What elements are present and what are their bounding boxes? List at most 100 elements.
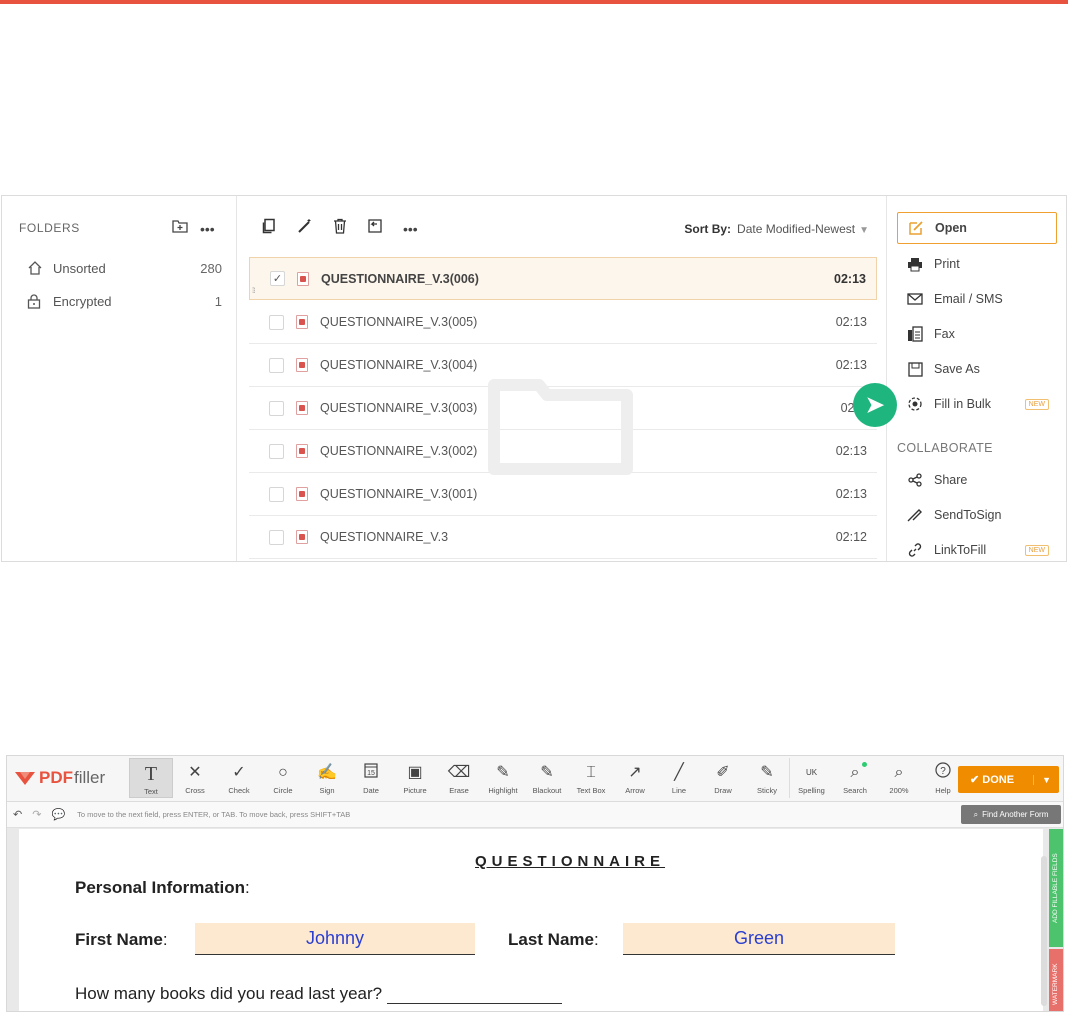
file-row[interactable]: QUESTIONNAIRE_V.3(001) 02:13 [249, 473, 877, 516]
tool-label: Search [843, 786, 867, 795]
email-sms-button[interactable]: Email / SMS [897, 283, 1057, 315]
save-as-button[interactable]: Save As [897, 353, 1057, 385]
search-icon: ⌕ [973, 809, 979, 819]
tool-label: Sticky [756, 786, 777, 795]
tool-label: Blackout [532, 786, 562, 795]
blackout-icon: ✎ [540, 764, 554, 781]
done-button[interactable]: ✔ DONE ▼ [958, 766, 1059, 793]
scrollbar[interactable] [1041, 856, 1047, 1006]
file-row[interactable]: ✓ QUESTIONNAIRE_V.3(006) 02:13 ⁞⁝ [249, 257, 877, 300]
row-checkbox[interactable] [269, 357, 284, 373]
folder-watermark-icon [488, 379, 633, 475]
tool-erase[interactable]: ⌫ Erase [437, 758, 481, 798]
editor-toolbar: PDF filler T Text ✕ Cross ✓ Check ○ Circle ✍ S… [7, 756, 1063, 802]
help-icon: ? [935, 762, 951, 784]
action-label: LinkToFill [934, 543, 987, 557]
question-line: How many books did you read last year? [75, 984, 562, 1004]
row-checkbox[interactable] [269, 529, 284, 545]
logo-text-pdf: PDF [39, 768, 73, 787]
tool-spelling[interactable]: UK Spelling [789, 758, 833, 798]
share-button[interactable]: Share [897, 464, 1057, 496]
tool-draw[interactable]: ✐ Draw [701, 758, 745, 798]
tool-arrow[interactable]: ↗ Arrow [613, 758, 657, 798]
tool-label: Spelling [798, 786, 825, 795]
folder-count: 1 [214, 293, 222, 309]
tool-circle[interactable]: ○ Circle [261, 758, 305, 798]
action-label: Share [934, 473, 968, 487]
svg-text:?: ? [940, 766, 946, 777]
link-to-fill-button[interactable]: LinkToFill NEW [897, 534, 1057, 561]
folder-item-encrypted[interactable]: Encrypted 1 [27, 293, 222, 309]
drag-handle-icon[interactable]: ⁞⁝ [252, 286, 256, 295]
more-options-icon[interactable]: ••• [403, 221, 418, 237]
file-time: 02:13 [834, 271, 866, 286]
last-name-label-wrap: Last Name: [508, 930, 599, 949]
tool-sign[interactable]: ✍ Sign [305, 758, 349, 798]
undo-icon[interactable]: ↶ [13, 808, 22, 821]
tool-search[interactable]: ⌕ Search [833, 758, 877, 798]
file-row[interactable]: QUESTIONNAIRE_V.3(005) 02:13 [249, 301, 877, 344]
sort-by-control[interactable]: Sort By: Date Modified-Newest ▼ [684, 222, 869, 236]
comment-icon[interactable]: 💬 [51, 808, 65, 821]
tool-sticky[interactable]: ✎ Sticky [745, 758, 789, 798]
file-time: 02:13 [835, 487, 867, 501]
bulk-icon [905, 396, 925, 412]
tool-text-box[interactable]: ⌶ Text Box [569, 758, 613, 798]
find-another-form-button[interactable]: ⌕ Find Another Form [961, 805, 1061, 824]
print-button[interactable]: Print [897, 248, 1057, 280]
highlight-icon: ✎ [496, 764, 510, 781]
row-checkbox[interactable] [269, 314, 284, 330]
tool-line[interactable]: ╱ Line [657, 758, 701, 798]
tool-date[interactable]: 15 Date [349, 758, 393, 798]
row-checkbox[interactable]: ✓ [270, 271, 285, 286]
folders-header: FOLDERS [19, 221, 80, 235]
row-checkbox[interactable] [269, 443, 284, 459]
redo-icon[interactable]: ↷ [32, 808, 41, 821]
tool-blackout[interactable]: ✎ Blackout [525, 758, 569, 798]
action-label: Fill in Bulk [934, 397, 991, 411]
tool-zoom[interactable]: ⌕ 200% [877, 758, 921, 798]
action-label: Email / SMS [934, 292, 1003, 306]
print-icon [905, 257, 925, 272]
svg-text:15: 15 [367, 770, 375, 777]
row-checkbox[interactable] [269, 400, 284, 416]
copy-icon[interactable] [261, 218, 277, 239]
tool-label: Picture [403, 786, 427, 795]
tool-text[interactable]: T Text [129, 758, 173, 798]
fill-in-bulk-button[interactable]: Fill in Bulk NEW [897, 388, 1057, 420]
share-icon [905, 473, 925, 487]
first-name-field[interactable]: Johnny [195, 923, 475, 955]
folders-sidebar: FOLDERS ••• Unsorted 280 Encrypted 1 [2, 196, 237, 561]
last-name-field[interactable]: Green [623, 923, 895, 955]
cross-icon: ✕ [188, 764, 202, 781]
pdffiller-logo: PDF filler [15, 768, 105, 788]
chevron-down-icon: ▼ [859, 225, 869, 236]
send-to-sign-button[interactable]: SendToSign [897, 499, 1057, 531]
tool-label: Cross [185, 786, 205, 795]
folder-item-unsorted[interactable]: Unsorted 280 [27, 260, 222, 276]
more-options-icon[interactable]: ••• [200, 221, 215, 237]
watermark-tab[interactable]: WATERMARK [1049, 949, 1063, 1011]
pdf-file-icon [296, 315, 308, 329]
action-label: Fax [934, 327, 955, 341]
row-checkbox[interactable] [269, 486, 284, 502]
answer-field[interactable] [386, 988, 562, 1004]
move-icon[interactable] [367, 218, 383, 239]
delete-icon[interactable] [333, 218, 347, 239]
tool-picture[interactable]: ▣ Picture [393, 758, 437, 798]
pdf-file-icon [297, 271, 309, 286]
pdf-file-icon [296, 487, 308, 501]
tool-highlight[interactable]: ✎ Highlight [481, 758, 525, 798]
add-fillable-fields-tab[interactable]: ADD FILLABLE FIELDS [1049, 829, 1063, 947]
navigation-hint: To move to the next field, press ENTER, … [77, 810, 351, 819]
picture-icon: ▣ [407, 764, 423, 781]
tool-check[interactable]: ✓ Check [217, 758, 261, 798]
new-folder-icon[interactable] [172, 219, 188, 238]
open-button[interactable]: Open [897, 212, 1057, 244]
chevron-down-icon[interactable]: ▼ [1033, 774, 1051, 785]
fax-button[interactable]: Fax [897, 318, 1057, 350]
tool-cross[interactable]: ✕ Cross [173, 758, 217, 798]
arrow-icon: ↗ [628, 764, 642, 781]
rename-icon[interactable] [297, 218, 313, 239]
file-row[interactable]: QUESTIONNAIRE_V.3 02:12 [249, 516, 877, 559]
